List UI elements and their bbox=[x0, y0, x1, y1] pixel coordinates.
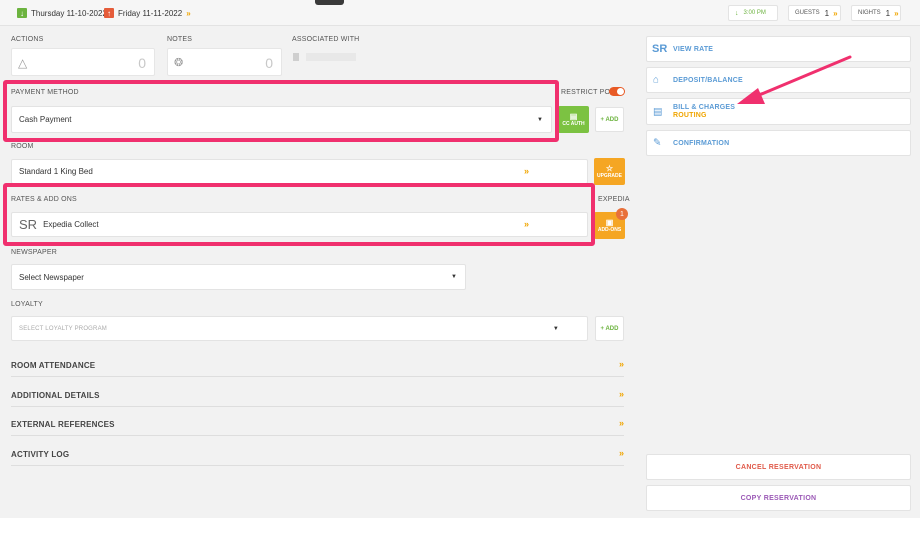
annotation-arrow bbox=[737, 55, 852, 104]
arrow-line bbox=[750, 55, 852, 100]
arrow-head-icon bbox=[737, 88, 765, 104]
